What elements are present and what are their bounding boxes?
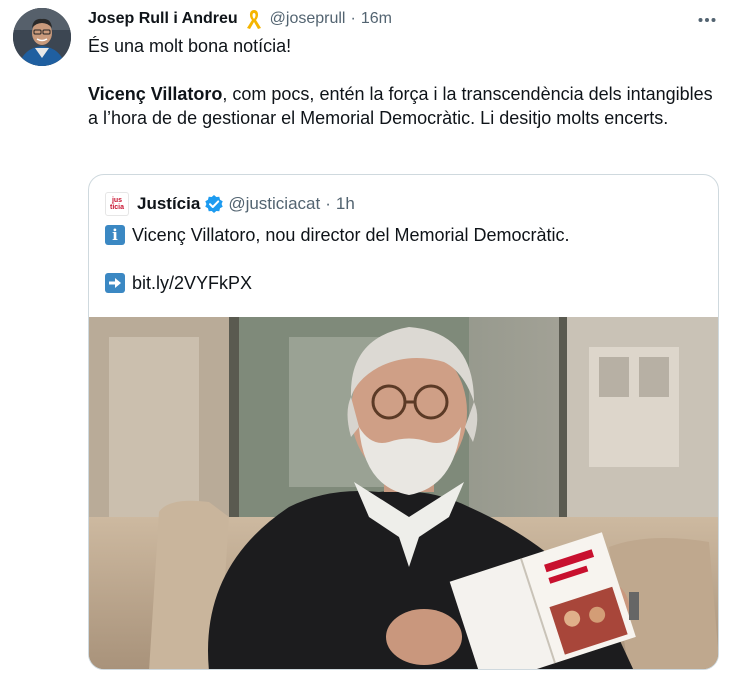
- quoted-tweet-header: jus tícia Justícia @justiciacat · 1h: [105, 191, 355, 217]
- logo-text-bottom: tícia: [109, 204, 124, 211]
- photo-image: [89, 317, 718, 669]
- information-emoji-icon: i: [105, 225, 125, 245]
- quoted-line1-text: Vicenç Villatoro, nou director del Memor…: [132, 225, 570, 245]
- quoted-tweet[interactable]: jus tícia Justícia @justiciacat · 1h i V…: [88, 174, 719, 670]
- logo-text-top: jus: [111, 197, 123, 204]
- verified-badge-icon: [204, 194, 224, 214]
- yellow-ribbon-icon: [244, 8, 264, 30]
- quoted-timestamp[interactable]: 1h: [336, 194, 355, 214]
- quoted-link[interactable]: bit.ly/2VYFkPX: [132, 271, 252, 295]
- quoted-author-handle[interactable]: @justiciacat: [228, 194, 320, 214]
- author-handle[interactable]: @joseprull: [270, 10, 346, 28]
- mentioned-name: Vicenç Villatoro: [88, 84, 223, 104]
- quoted-link-line: bit.ly/2VYFkPX: [105, 271, 705, 295]
- tweet-timestamp[interactable]: 16m: [361, 10, 392, 28]
- quoted-line1: i Vicenç Villatoro, nou director del Mem…: [105, 223, 705, 247]
- tweet-text-paragraph: Vicenç Villatoro, com pocs, entén la for…: [88, 82, 713, 130]
- author-name[interactable]: Josep Rull i Andreu: [88, 10, 238, 28]
- right-arrow-emoji-icon: [105, 273, 125, 293]
- quoted-tweet-photo[interactable]: [89, 317, 718, 669]
- tweet-text-line1: És una molt bona notícia!: [88, 36, 292, 56]
- quoted-author-name[interactable]: Justícia: [137, 194, 200, 214]
- separator-dot: ·: [350, 10, 356, 27]
- author-avatar[interactable]: [13, 8, 71, 66]
- tweet-header: Josep Rull i Andreu @joseprull · 16m: [88, 8, 392, 30]
- more-options-icon[interactable]: [695, 10, 719, 30]
- quoted-separator-dot: ·: [325, 194, 331, 213]
- justicia-logo[interactable]: jus tícia: [105, 192, 129, 216]
- avatar-image: [13, 8, 71, 66]
- tweet-text: És una molt bona notícia! Vicenç Villato…: [88, 34, 713, 130]
- quoted-tweet-text: i Vicenç Villatoro, nou director del Mem…: [105, 223, 705, 295]
- tweet-card[interactable]: Josep Rull i Andreu @joseprull · 16m És …: [0, 0, 731, 676]
